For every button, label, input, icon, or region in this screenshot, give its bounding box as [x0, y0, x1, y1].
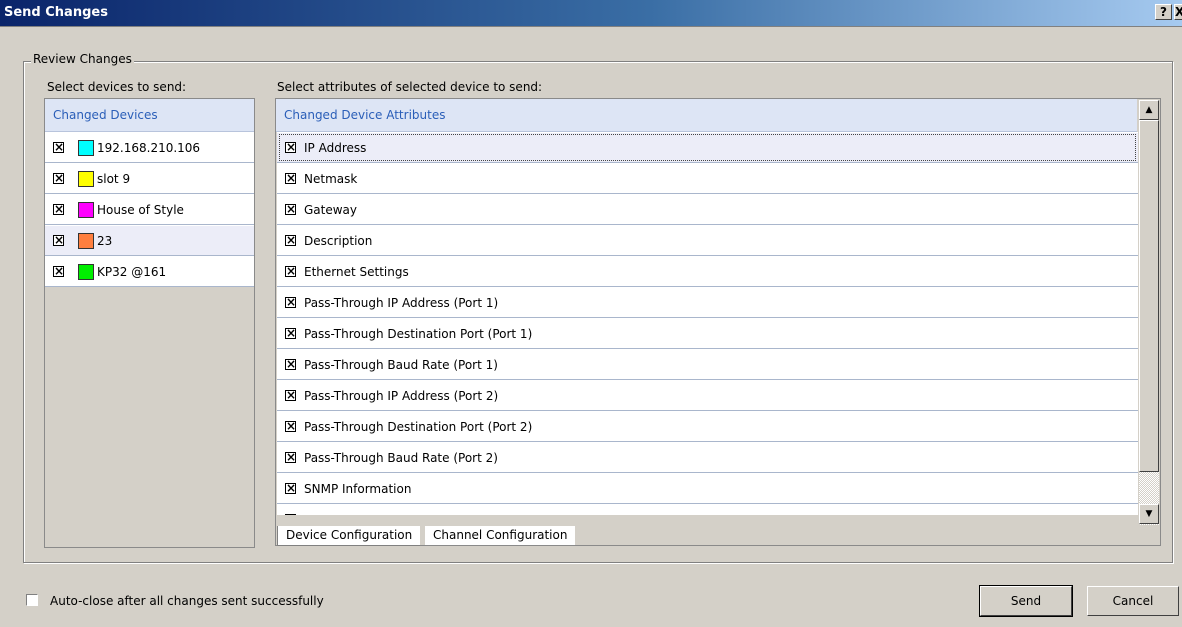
attribute-name: Pass-Through IP Address (Port 1)	[304, 295, 499, 310]
device-color-swatch	[78, 232, 94, 249]
device-name: 192.168.210.106	[97, 140, 201, 155]
attribute-row[interactable]: × IP Address	[277, 132, 1138, 163]
scroll-up-icon[interactable]: ▲	[1139, 100, 1159, 120]
attribute-checkbox[interactable]: ×	[285, 203, 296, 215]
autoclose-checkbox[interactable]	[26, 594, 38, 606]
attributes-list-header: Changed Device Attributes	[276, 99, 1137, 132]
review-changes-label: Review Changes	[31, 52, 134, 66]
attribute-row[interactable]: × Pass-Through Destination Port (Port 2)	[277, 411, 1138, 442]
send-button[interactable]: Send	[979, 585, 1073, 617]
attribute-checkbox[interactable]: ×	[285, 172, 296, 184]
attribute-checkbox[interactable]: ×	[285, 296, 296, 308]
attribute-name: Netmask	[304, 171, 358, 186]
device-row[interactable]: × KP32 @161	[45, 256, 254, 287]
device-color-swatch	[78, 263, 94, 280]
device-checkbox[interactable]: ×	[53, 203, 64, 215]
window-title: Send Changes	[4, 5, 108, 20]
devices-list-header: Changed Devices	[45, 99, 254, 132]
scroll-down-icon[interactable]: ▼	[1139, 504, 1159, 524]
autoclose-label: Auto-close after all changes sent succes…	[50, 594, 324, 608]
attribute-name: Pass-Through Baud Rate (Port 1)	[304, 357, 498, 372]
scroll-thumb[interactable]	[1139, 120, 1159, 472]
attribute-checkbox[interactable]: ×	[285, 358, 296, 370]
device-name: KP32 @161	[97, 264, 167, 279]
device-row[interactable]: × 23	[45, 225, 254, 256]
attribute-name: Gateway	[304, 202, 358, 217]
attribute-checkbox[interactable]: ×	[285, 513, 296, 515]
attributes-list: Changed Device Attributes × IP Address × Ne…	[275, 98, 1161, 546]
attribute-row[interactable]: × Gateway	[277, 194, 1138, 225]
attribute-checkbox[interactable]: ×	[285, 482, 296, 494]
close-button[interactable]: X	[1174, 4, 1182, 20]
attribute-checkbox[interactable]: ×	[285, 420, 296, 432]
device-row[interactable]: × House of Style	[45, 194, 254, 225]
device-checkbox[interactable]: ×	[53, 141, 64, 153]
device-checkbox[interactable]: ×	[53, 172, 64, 184]
tab-device-configuration[interactable]: Device Configuration	[277, 526, 421, 546]
attribute-row[interactable]: × Netmask	[277, 163, 1138, 194]
attribute-checkbox[interactable]: ×	[285, 327, 296, 339]
attribute-name: IP Address	[304, 140, 367, 155]
attribute-row[interactable]: × Pass-Through Destination Port (Port 1)	[277, 318, 1138, 349]
device-name: slot 9	[97, 171, 131, 186]
attribute-name: SNMP Information	[304, 481, 412, 496]
device-name: 23	[97, 233, 113, 248]
cancel-button[interactable]: Cancel	[1087, 586, 1179, 616]
attribute-checkbox[interactable]: ×	[285, 451, 296, 463]
devices-label: Select devices to send:	[47, 80, 187, 94]
attribute-row[interactable]: × Pass-Through IP Address (Port 1)	[277, 287, 1138, 318]
attribute-row[interactable]: × Description	[277, 225, 1138, 256]
attribute-checkbox[interactable]: ×	[285, 141, 296, 153]
attribute-name: Pass-Through Baud Rate (Port 2)	[304, 450, 498, 465]
attribute-row[interactable]: × SNMP Information	[277, 473, 1138, 504]
attribute-checkbox[interactable]: ×	[285, 234, 296, 246]
attribute-checkbox[interactable]: ×	[285, 265, 296, 277]
attribute-row[interactable]: × Pass-Through Baud Rate (Port 2)	[277, 442, 1138, 473]
device-row[interactable]: × 192.168.210.106	[45, 132, 254, 163]
device-name: House of Style	[97, 202, 184, 217]
attribute-checkbox[interactable]: ×	[285, 389, 296, 401]
attribute-name: Pass-Through IP Address (Port 2)	[304, 388, 499, 403]
attribute-row[interactable]: × Pass-Through Baud Rate (Port 1)	[277, 349, 1138, 380]
attribute-row[interactable]: × Pass-Through IP Address (Port 2)	[277, 380, 1138, 411]
device-checkbox[interactable]: ×	[53, 265, 64, 277]
attribute-name: Description	[304, 233, 373, 248]
device-color-swatch	[78, 139, 94, 156]
attribute-row[interactable]: × Ethernet Settings	[277, 256, 1138, 287]
device-checkbox[interactable]: ×	[53, 234, 64, 246]
attributes-label: Select attributes of selected device to …	[277, 80, 543, 94]
attribute-name: Pass-Through Destination Port (Port 1)	[304, 326, 533, 341]
devices-list: Changed Devices × 192.168.210.106 × slot 9 ×…	[44, 98, 255, 548]
device-color-swatch	[78, 170, 94, 187]
attribute-row[interactable]: ×	[277, 504, 1138, 515]
attribute-name: Ethernet Settings	[304, 264, 409, 279]
title-bar: Send Changes ? X	[0, 0, 1182, 27]
help-button[interactable]: ?	[1155, 4, 1172, 20]
attribute-name: Pass-Through Destination Port (Port 2)	[304, 419, 533, 434]
device-row[interactable]: × slot 9	[45, 163, 254, 194]
tab-channel-configuration[interactable]: Channel Configuration	[425, 526, 576, 545]
device-color-swatch	[78, 201, 94, 218]
attributes-scrollbar[interactable]: ▲ ▼	[1139, 100, 1159, 525]
